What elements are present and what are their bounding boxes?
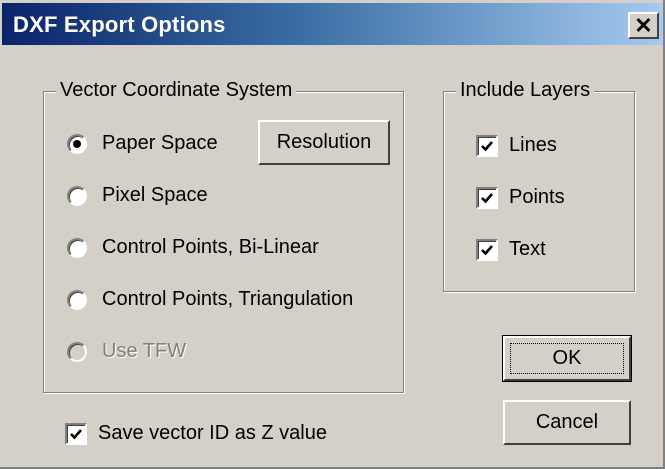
title-bar[interactable]: DXF Export Options ✕ bbox=[2, 3, 663, 45]
checkbox-checked-icon bbox=[476, 238, 498, 261]
focus-rectangle bbox=[510, 343, 624, 374]
resolution-button[interactable]: Resolution bbox=[258, 120, 390, 165]
checkbox-save-vector-id[interactable]: Save vector ID as Z value bbox=[65, 422, 327, 445]
radio-paper-space[interactable]: Paper Space bbox=[67, 132, 218, 155]
group-label-vector-coordinate-system: Vector Coordinate System bbox=[56, 79, 297, 102]
radio-control-points-triangulation[interactable]: Control Points, Triangulation bbox=[67, 288, 353, 311]
checkbox-label: Lines bbox=[509, 134, 557, 156]
cancel-button[interactable]: Cancel bbox=[503, 400, 631, 445]
radio-control-points-bilinear[interactable]: Control Points, Bi-Linear bbox=[67, 236, 319, 259]
checkbox-text[interactable]: Text bbox=[476, 238, 546, 261]
checkbox-label: Save vector ID as Z value bbox=[98, 422, 327, 444]
checkbox-points[interactable]: Points bbox=[476, 186, 565, 209]
radio-label: Control Points, Triangulation bbox=[102, 288, 354, 310]
cancel-button-label: Cancel bbox=[535, 411, 599, 433]
window-title: DXF Export Options bbox=[13, 12, 226, 37]
radio-button-selected-icon bbox=[67, 133, 87, 154]
radio-label: Pixel Space bbox=[102, 184, 208, 206]
radio-pixel-space[interactable]: Pixel Space bbox=[67, 184, 208, 207]
resolution-button-label: Resolution bbox=[276, 131, 372, 153]
checkbox-checked-icon bbox=[476, 186, 498, 209]
radio-label: Paper Space bbox=[102, 132, 218, 154]
close-button[interactable]: ✕ bbox=[628, 12, 659, 39]
radio-button-icon bbox=[67, 289, 87, 310]
radio-label: Use TFW bbox=[102, 340, 187, 362]
radio-button-icon bbox=[67, 185, 87, 206]
radio-button-icon bbox=[67, 237, 87, 258]
checkbox-label: Text bbox=[509, 238, 546, 260]
close-icon: ✕ bbox=[634, 12, 653, 38]
checkbox-checked-icon bbox=[476, 134, 498, 157]
checkbox-lines[interactable]: Lines bbox=[476, 134, 557, 157]
dxf-export-dialog: DXF Export Options ✕ Vector Coordinate S… bbox=[0, 0, 665, 469]
radio-label: Control Points, Bi-Linear bbox=[102, 236, 319, 258]
radio-button-disabled-icon bbox=[67, 341, 87, 362]
checkbox-checked-icon bbox=[65, 422, 87, 445]
group-label-include-layers: Include Layers bbox=[456, 79, 595, 102]
ok-button[interactable]: OK bbox=[502, 335, 632, 382]
checkbox-label: Points bbox=[509, 186, 565, 208]
radio-use-tfw: Use TFW bbox=[67, 340, 186, 363]
